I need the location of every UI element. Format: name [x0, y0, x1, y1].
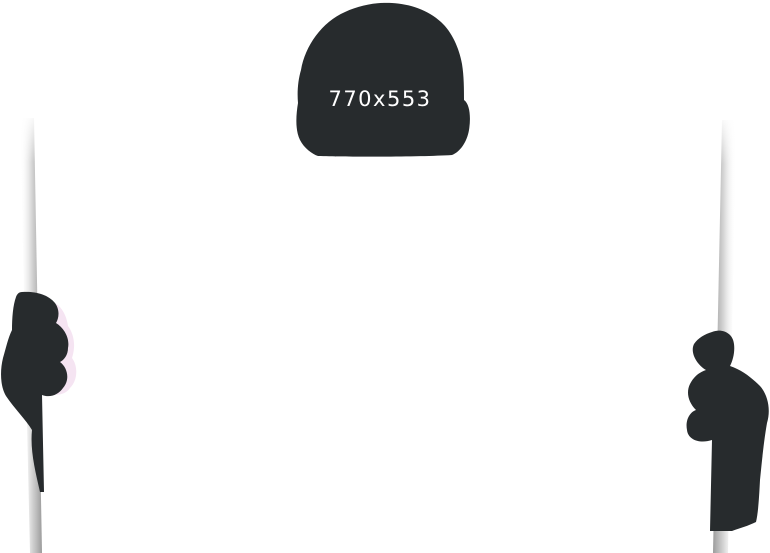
- person-holding-sign-illustration: [1, 2, 769, 553]
- head-silhouette-icon: [296, 2, 470, 157]
- right-hand-icon: [686, 330, 769, 531]
- placeholder-illustration: 770x553: [0, 0, 770, 553]
- image-dimensions-label: 770x553: [328, 87, 432, 111]
- left-hand-icon: [1, 291, 77, 492]
